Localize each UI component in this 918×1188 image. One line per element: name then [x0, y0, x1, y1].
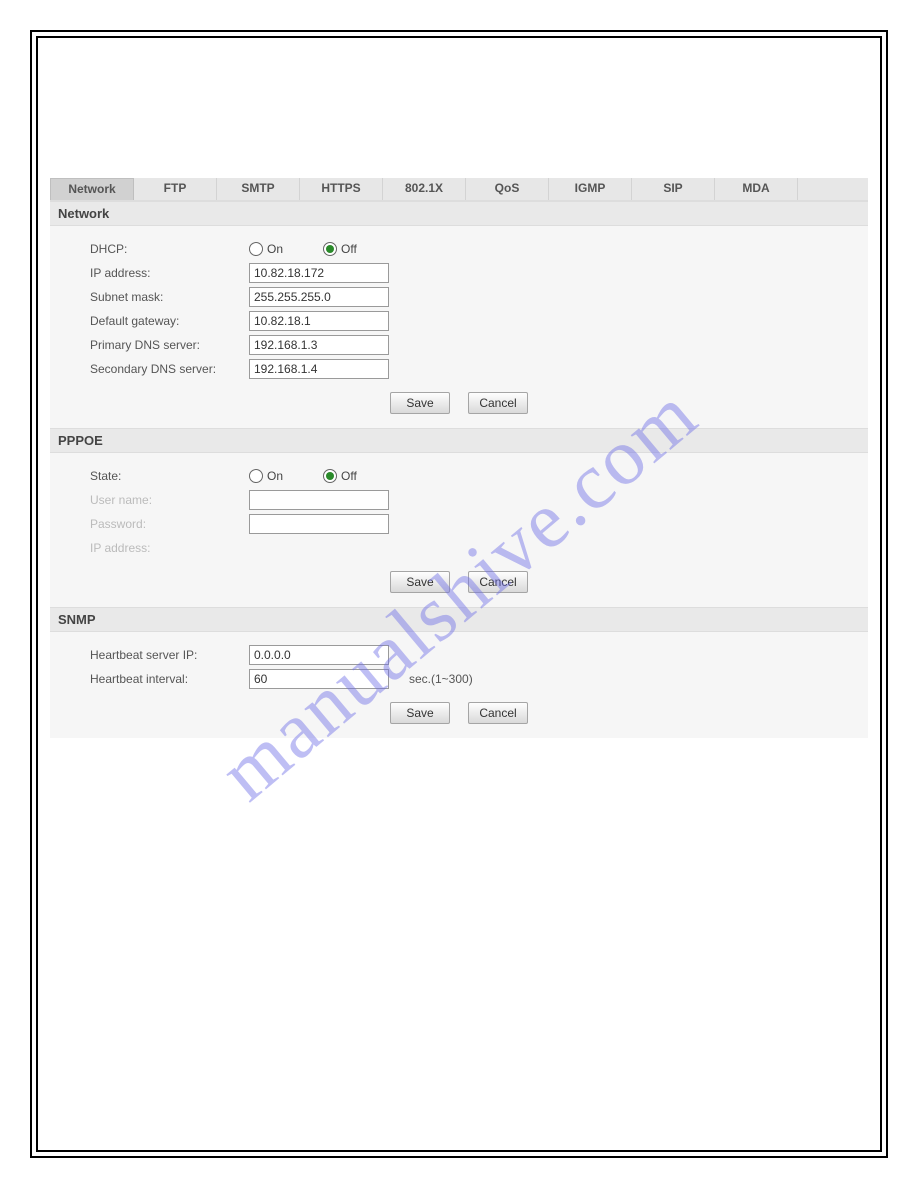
section-header-pppoe: PPPOE: [50, 428, 868, 453]
pppoe-cancel-button[interactable]: Cancel: [468, 571, 528, 593]
tab-mda[interactable]: MDA: [715, 178, 798, 200]
label-gateway: Default gateway:: [90, 314, 249, 328]
tab-https[interactable]: HTTPS: [300, 178, 383, 200]
tab-qos[interactable]: QoS: [466, 178, 549, 200]
input-snmp-server[interactable]: [249, 645, 389, 665]
snmp-cancel-button[interactable]: Cancel: [468, 702, 528, 724]
pppoe-save-button[interactable]: Save: [390, 571, 450, 593]
pppoe-off-option[interactable]: Off: [323, 469, 357, 483]
label-pppoe-pass: Password:: [90, 517, 249, 531]
snmp-interval-suffix: sec.(1~300): [409, 672, 473, 686]
label-pppoe-user: User name:: [90, 493, 249, 507]
tab-smtp[interactable]: SMTP: [217, 178, 300, 200]
label-subnet: Subnet mask:: [90, 290, 249, 304]
input-ip[interactable]: [249, 263, 389, 283]
radio-dhcp-on[interactable]: [249, 242, 263, 256]
radio-label-dhcp-on: On: [267, 242, 283, 256]
pppoe-on-option[interactable]: On: [249, 469, 283, 483]
input-snmp-interval[interactable]: [249, 669, 389, 689]
radio-dhcp-off[interactable]: [323, 242, 337, 256]
tab-8021x[interactable]: 802.1X: [383, 178, 466, 200]
section-body-snmp: Heartbeat server IP: Heartbeat interval:…: [50, 632, 868, 738]
input-pppoe-pass[interactable]: [249, 514, 389, 534]
page: manualshive.com Network FTP SMTP HTTPS 8…: [0, 0, 918, 1188]
label-dns1: Primary DNS server:: [90, 338, 249, 352]
section-header-network: Network: [50, 201, 868, 226]
input-pppoe-user[interactable]: [249, 490, 389, 510]
radio-pppoe-off[interactable]: [323, 469, 337, 483]
label-ip: IP address:: [90, 266, 249, 280]
input-dns2[interactable]: [249, 359, 389, 379]
dhcp-off-option[interactable]: Off: [323, 242, 357, 256]
radio-label-pppoe-on: On: [267, 469, 283, 483]
radio-label-pppoe-off: Off: [341, 469, 357, 483]
section-header-snmp: SNMP: [50, 607, 868, 632]
tab-bar: Network FTP SMTP HTTPS 802.1X QoS IGMP S…: [50, 178, 868, 201]
label-pppoe-state: State:: [90, 469, 249, 483]
label-dns2: Secondary DNS server:: [90, 362, 249, 376]
radio-label-dhcp-off: Off: [341, 242, 357, 256]
label-dhcp: DHCP:: [90, 242, 249, 256]
dhcp-on-option[interactable]: On: [249, 242, 283, 256]
section-body-pppoe: State: On Off User name:: [50, 453, 868, 607]
label-snmp-server: Heartbeat server IP:: [90, 648, 249, 662]
input-subnet[interactable]: [249, 287, 389, 307]
tab-ftp[interactable]: FTP: [134, 178, 217, 200]
snmp-save-button[interactable]: Save: [390, 702, 450, 724]
network-save-button[interactable]: Save: [390, 392, 450, 414]
frame-outer: manualshive.com Network FTP SMTP HTTPS 8…: [30, 30, 888, 1158]
tab-sip[interactable]: SIP: [632, 178, 715, 200]
radio-pppoe-on[interactable]: [249, 469, 263, 483]
input-gateway[interactable]: [249, 311, 389, 331]
tab-network[interactable]: Network: [50, 178, 134, 200]
tab-igmp[interactable]: IGMP: [549, 178, 632, 200]
network-cancel-button[interactable]: Cancel: [468, 392, 528, 414]
section-body-network: DHCP: On Off IP address:: [50, 226, 868, 428]
input-dns1[interactable]: [249, 335, 389, 355]
frame-inner: manualshive.com Network FTP SMTP HTTPS 8…: [36, 36, 882, 1152]
label-pppoe-ip: IP address:: [90, 541, 249, 555]
label-snmp-interval: Heartbeat interval:: [90, 672, 249, 686]
